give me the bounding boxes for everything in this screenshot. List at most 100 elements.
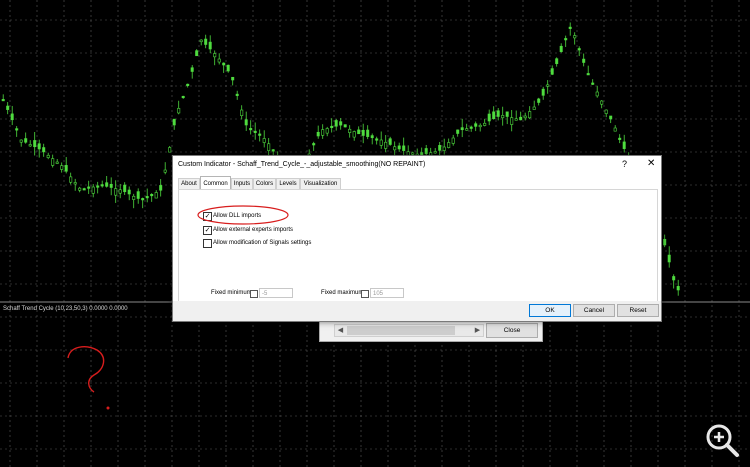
candle [366,125,370,140]
candle [573,32,577,45]
candle [492,106,496,120]
scroll-right-icon[interactable]: ▶ [472,325,483,336]
zoom-icon[interactable] [703,422,743,462]
candle [69,172,73,185]
cancel-button[interactable]: Cancel [573,304,615,317]
horizontal-scrollbar[interactable]: ◀ ▶ [334,324,484,337]
candle [348,125,352,138]
candle [51,154,55,168]
candle [168,145,172,153]
allow-external-imports-checkbox[interactable]: ✓ [203,226,212,235]
reset-button[interactable]: Reset [617,304,659,317]
candle [46,152,50,160]
candle [559,43,563,53]
candle [532,100,536,110]
allow-external-imports-label: Allow external experts imports [213,227,294,233]
close-button[interactable]: Close [486,323,538,338]
candle [132,193,136,209]
candle [586,65,590,76]
custom-indicator-dialog: Custom Indicator - Schaff_Trend_Cycle_-_… [172,155,662,322]
candle [483,118,487,127]
candle [163,162,167,175]
tab-visualization[interactable]: Visualization [300,178,341,189]
candle [100,180,104,188]
candle [496,107,500,121]
candle [514,110,518,121]
tab-colors[interactable]: Colors [253,178,276,189]
fixed-minimum-input[interactable]: -5 [259,288,293,298]
candle [118,183,122,199]
candle [249,120,253,135]
dialog-titlebar: Custom Indicator - Schaff_Trend_Cycle_-_… [173,156,661,175]
candle [82,187,86,191]
candle [64,157,68,174]
fixed-minimum-checkbox[interactable] [250,290,258,298]
candle [6,102,10,115]
candle [127,186,131,201]
candle [262,130,266,148]
candle [352,130,356,141]
candle [505,111,509,125]
candle [190,65,194,79]
fixed-maximum-input[interactable]: 105 [370,288,404,298]
allow-signals-modification-checkbox[interactable] [203,239,212,248]
allow-dll-imports-checkbox[interactable]: ✓ [203,212,212,221]
candle [667,246,671,268]
candle [595,85,599,98]
common-tab-panel: ✓ Allow DLL imports ✓ Allow external exp… [178,189,658,302]
candle [397,142,401,152]
candle [622,134,626,153]
candle [96,181,100,194]
dialog-title: Custom Indicator - Schaff_Trend_Cycle_-_… [178,161,426,168]
indicator-subtitle: Schaff Trend Cycle (10,23,50,3) 0.0000 0… [3,306,128,312]
candle [24,132,28,144]
tab-levels[interactable]: Levels [276,178,300,189]
candle [474,121,478,132]
candle [361,123,365,144]
candle [451,134,455,146]
candle [154,190,158,199]
candle [469,125,473,132]
candle [528,106,532,120]
candle [258,129,262,142]
candle [222,62,226,73]
candle [465,123,469,131]
candle [330,118,334,133]
candle [226,64,230,73]
candle [195,49,199,57]
candle [145,188,149,203]
candle [663,234,667,248]
candle [357,126,361,135]
candle [672,274,676,289]
candle [235,90,239,100]
candle [343,124,347,128]
candle [78,186,82,193]
fixed-maximum-checkbox[interactable] [361,290,369,298]
tab-about[interactable]: About [178,178,200,189]
fixed-maximum-label: Fixed maximum [321,290,364,296]
candle [676,279,680,296]
candle [204,34,208,49]
candle [550,65,554,76]
candle [433,148,437,154]
candle [186,83,190,88]
candle [501,106,505,126]
help-icon[interactable]: ? [622,159,627,169]
candle [217,53,221,65]
candle [379,131,383,149]
candle [613,125,617,132]
candle [105,176,109,188]
candle [172,118,176,130]
ok-button[interactable]: OK [529,304,571,317]
candle [199,39,203,46]
scroll-left-icon[interactable]: ◀ [335,325,346,336]
candle [591,79,595,86]
close-icon[interactable]: ✕ [647,158,655,169]
tab-inputs[interactable]: Inputs [231,178,253,189]
allow-dll-imports-label: Allow DLL imports [213,213,262,219]
candle [240,105,244,120]
scrollbar-thumb[interactable] [347,326,455,335]
tab-common[interactable]: Common [200,176,231,190]
candle [478,123,482,132]
candle [55,159,59,165]
